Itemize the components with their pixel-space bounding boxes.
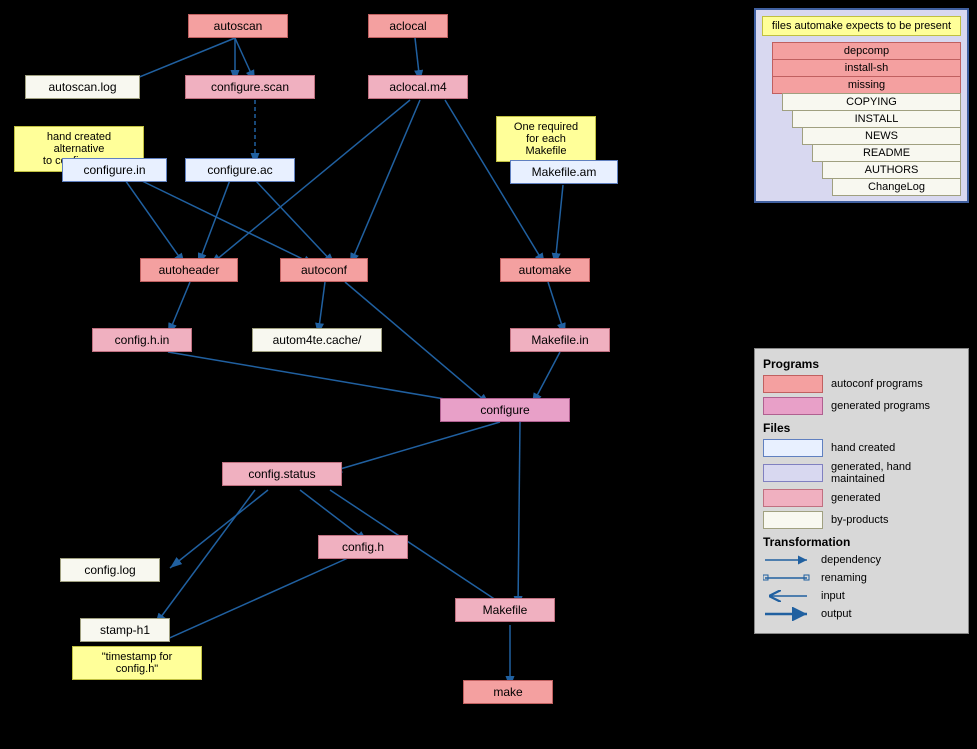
node-aclocal-m4: aclocal.m4 (368, 75, 468, 99)
node-configure-scan: configure.scan (185, 75, 315, 99)
legend-input: input (763, 589, 960, 603)
stacked-file-authors: AUTHORS (822, 161, 961, 179)
node-makefile-am: Makefile.am (510, 160, 618, 184)
legend-renaming: renaming (763, 571, 960, 585)
legend-gen-hand-maint-box (763, 464, 823, 482)
legend-byproducts-box (763, 511, 823, 529)
node-stamp-h1: stamp-h1 (80, 618, 170, 642)
stacked-file-install-sh: install-sh (772, 59, 961, 77)
legend-byproducts: by-products (763, 511, 960, 529)
stacked-files-container: depcomp install-sh missing COPYING INSTA… (772, 42, 961, 196)
stacked-file-missing: missing (772, 76, 961, 94)
legend-dependency-arrow (763, 553, 813, 567)
node-autoscan: autoscan (188, 14, 288, 38)
node-config-h-in: config.h.in (92, 328, 192, 352)
legend-programs-title: Programs (763, 357, 960, 371)
node-autoheader: autoheader (140, 258, 238, 282)
legend-output: output (763, 607, 960, 621)
node-configure-in: configure.in (62, 158, 167, 182)
legend-generated-prog-box (763, 397, 823, 415)
legend-hand-created: hand created (763, 439, 960, 457)
legend-generated: generated (763, 489, 960, 507)
node-config-log: config.log (60, 558, 160, 582)
legend-files-expected-panel: files automake expects to be present dep… (754, 8, 969, 203)
node-makefile-in: Makefile.in (510, 328, 610, 352)
legend-files-title: Files (763, 421, 960, 435)
stacked-file-news: NEWS (802, 127, 961, 145)
node-aclocal: aclocal (368, 14, 448, 38)
stacked-file-install: INSTALL (792, 110, 961, 128)
node-automake: automake (500, 258, 590, 282)
note-one-required: One requiredfor eachMakefile (496, 116, 596, 162)
node-autoconf: autoconf (280, 258, 368, 282)
legend-output-arrow (763, 607, 813, 621)
node-configure-ac: configure.ac (185, 158, 295, 182)
legend-input-arrow (763, 589, 813, 603)
node-autoscan-log: autoscan.log (25, 75, 140, 99)
legend-main-panel: Programs autoconf programs generated pro… (754, 348, 969, 634)
node-config-h: config.h (318, 535, 408, 559)
legend-dependency: dependency (763, 553, 960, 567)
legend-generated-box (763, 489, 823, 507)
node-makefile: Makefile (455, 598, 555, 622)
node-make: make (463, 680, 553, 704)
diagram-container: autoscan aclocal autoscan.log configure.… (0, 0, 977, 749)
legend-hand-created-box (763, 439, 823, 457)
legend-generated-programs: generated programs (763, 397, 960, 415)
legend-gen-hand-maint: generated, hand maintained (763, 461, 960, 485)
legend-files-expected-title: files automake expects to be present (762, 16, 961, 36)
stacked-file-depcomp: depcomp (772, 42, 961, 60)
stacked-file-copying: COPYING (782, 93, 961, 111)
stacked-file-changelog: ChangeLog (832, 178, 961, 196)
stacked-file-readme: README (812, 144, 961, 162)
node-configure: configure (440, 398, 570, 422)
note-timestamp: "timestamp forconfig.h" (72, 646, 202, 680)
legend-renaming-arrow (763, 571, 813, 585)
node-autom4te-cache: autom4te.cache/ (252, 328, 382, 352)
legend-autoconf-box (763, 375, 823, 393)
legend-autoconf-programs: autoconf programs (763, 375, 960, 393)
legend-transformation-title: Transformation (763, 535, 960, 549)
node-config-status: config.status (222, 462, 342, 486)
